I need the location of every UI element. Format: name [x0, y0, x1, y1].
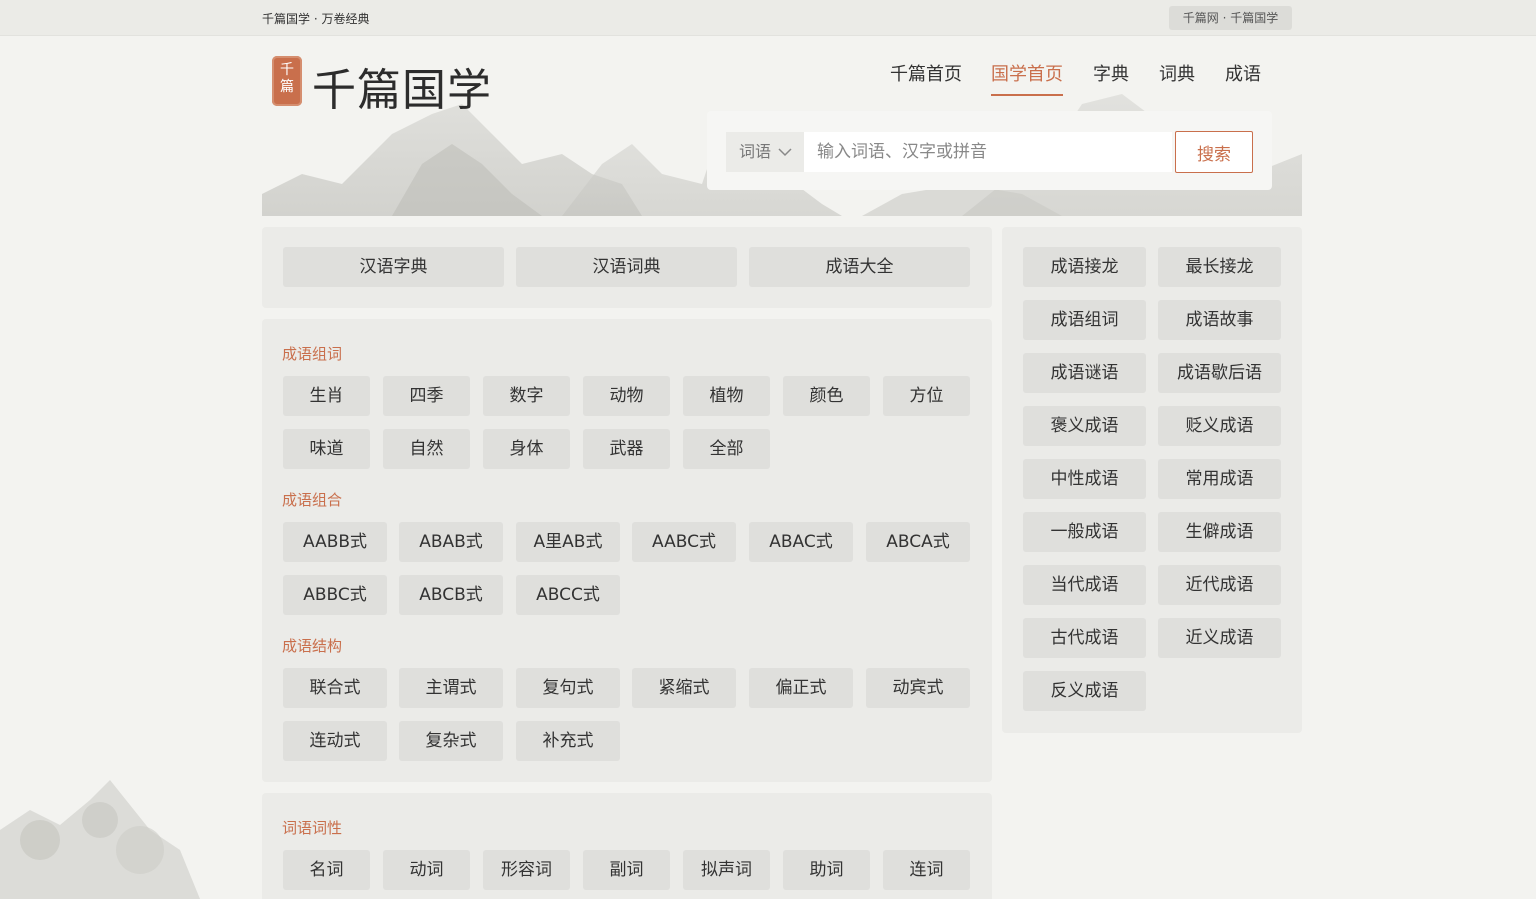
tag-button[interactable]: ABAB式	[399, 522, 503, 562]
side-link[interactable]: 成语歇后语	[1158, 353, 1281, 393]
tag-button[interactable]: 偏正式	[749, 668, 853, 708]
tag-button[interactable]: 动宾式	[866, 668, 970, 708]
search-type-label: 词语	[739, 142, 772, 161]
tag-button[interactable]: ABAC式	[749, 522, 853, 562]
side-link[interactable]: 常用成语	[1158, 459, 1281, 499]
side-link[interactable]: 成语接龙	[1023, 247, 1146, 287]
tag-button[interactable]: AABB式	[283, 522, 387, 562]
side-link[interactable]: 成语组词	[1023, 300, 1146, 340]
tag-button[interactable]: 主谓式	[399, 668, 503, 708]
tag-button[interactable]: 副词	[583, 850, 670, 890]
side-link[interactable]: 一般成语	[1023, 512, 1146, 552]
nav-chengyu[interactable]: 成语	[1225, 64, 1261, 96]
tag-button[interactable]: 方位	[883, 376, 970, 416]
nav-guoxue-home[interactable]: 国学首页	[991, 64, 1063, 96]
tag-button[interactable]: 复杂式	[399, 721, 503, 761]
tag-button[interactable]: 助词	[783, 850, 870, 890]
tag-button[interactable]: 联合式	[283, 668, 387, 708]
tag-button[interactable]: 植物	[683, 376, 770, 416]
tag-button[interactable]: 自然	[383, 429, 470, 469]
tag-button[interactable]: 连词	[883, 850, 970, 890]
tag-button[interactable]: 动物	[583, 376, 670, 416]
tag-button[interactable]: 拟声词	[683, 850, 770, 890]
search-type-select[interactable]: 词语	[726, 132, 804, 172]
tag-button[interactable]: 动词	[383, 850, 470, 890]
tag-button[interactable]: 武器	[583, 429, 670, 469]
tag-button[interactable]: 全部	[683, 429, 770, 469]
tag-button[interactable]: 复句式	[516, 668, 620, 708]
tag-button[interactable]: 四季	[383, 376, 470, 416]
side-link[interactable]: 近义成语	[1158, 618, 1281, 658]
side-link[interactable]: 最长接龙	[1158, 247, 1281, 287]
tag-button[interactable]: ABCA式	[866, 522, 970, 562]
tag-button[interactable]: 紧缩式	[632, 668, 736, 708]
section-title-word-pos: 词语词性	[282, 819, 343, 837]
nav-cidian[interactable]: 词典	[1159, 64, 1195, 96]
tag-button[interactable]: 数字	[483, 376, 570, 416]
tree-decoration	[0, 760, 262, 899]
tag-button[interactable]: 形容词	[483, 850, 570, 890]
site-badge-link[interactable]: 千篇网 · 千篇国学	[1169, 6, 1292, 30]
side-link[interactable]: 古代成语	[1023, 618, 1146, 658]
nav-qianpian-home[interactable]: 千篇首页	[890, 64, 962, 96]
quick-link-chengyu-daquan[interactable]: 成语大全	[749, 247, 970, 287]
side-link[interactable]: 成语故事	[1158, 300, 1281, 340]
word-pos-panel: 词语词性 名词 动词 形容词 副词 拟声词 助词 连词	[262, 793, 992, 899]
side-link[interactable]: 中性成语	[1023, 459, 1146, 499]
tag-button[interactable]: AABC式	[632, 522, 736, 562]
side-link[interactable]: 成语谜语	[1023, 353, 1146, 393]
side-link[interactable]: 近代成语	[1158, 565, 1281, 605]
tag-button[interactable]: ABCB式	[399, 575, 503, 615]
tag-button[interactable]: ABCC式	[516, 575, 620, 615]
tag-button[interactable]: 生肖	[283, 376, 370, 416]
tagline: 千篇国学 · 万卷经典	[262, 12, 370, 26]
top-bar: 千篇国学 · 万卷经典 千篇网 · 千篇国学	[0, 0, 1536, 36]
section-title-idiom-words: 成语组词	[282, 345, 343, 363]
section-title-idiom-combo: 成语组合	[282, 491, 343, 509]
tag-button[interactable]: 味道	[283, 429, 370, 469]
side-link[interactable]: 褒义成语	[1023, 406, 1146, 446]
tag-button[interactable]: 身体	[483, 429, 570, 469]
quick-links-panel: 汉语字典 汉语词典 成语大全	[262, 227, 992, 308]
category-panel: 成语组词 生肖 四季 数字 动物 植物 颜色 方位 味道 自然 身体 武器 全部…	[262, 319, 992, 782]
tag-button[interactable]: 颜色	[783, 376, 870, 416]
side-link[interactable]: 当代成语	[1023, 565, 1146, 605]
side-links-panel: 成语接龙 最长接龙 成语组词 成语故事 成语谜语 成语歇后语 褒义成语 贬义成语…	[1002, 227, 1302, 733]
tag-button[interactable]: ABBC式	[283, 575, 387, 615]
nav-zidian[interactable]: 字典	[1093, 64, 1129, 96]
search-button[interactable]: 搜索	[1175, 131, 1253, 173]
quick-link-hanyu-cidian[interactable]: 汉语词典	[516, 247, 737, 287]
tag-button[interactable]: 连动式	[283, 721, 387, 761]
quick-link-hanyu-zidian[interactable]: 汉语字典	[283, 247, 504, 287]
search-input[interactable]	[804, 132, 1172, 172]
main-nav: 千篇首页 国学首页 字典 词典 成语	[0, 64, 1536, 96]
tag-button[interactable]: A里AB式	[516, 522, 620, 562]
tag-button[interactable]: 补充式	[516, 721, 620, 761]
section-title-idiom-struct: 成语结构	[282, 637, 343, 655]
side-link[interactable]: 贬义成语	[1158, 406, 1281, 446]
side-link[interactable]: 生僻成语	[1158, 512, 1281, 552]
chevron-down-icon	[778, 132, 792, 188]
tag-button[interactable]: 名词	[283, 850, 370, 890]
side-link[interactable]: 反义成语	[1023, 671, 1146, 711]
